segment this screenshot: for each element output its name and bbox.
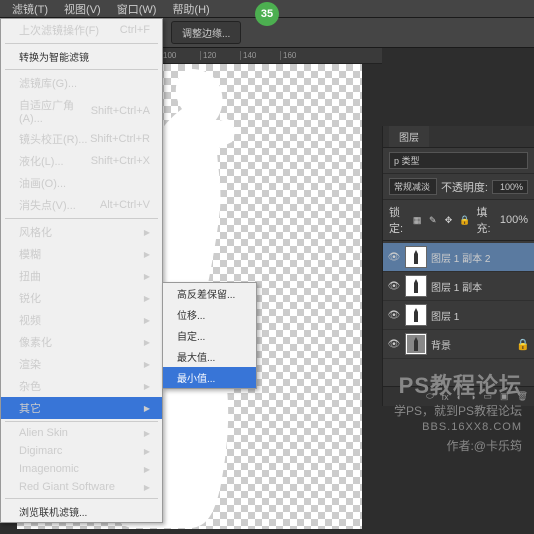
eye-icon[interactable]: 👁 [387,339,401,350]
watermark-title: PS教程论坛 [394,368,522,400]
menu-video[interactable]: 视频▶ [1,309,162,331]
lock-label: 锁定: [389,204,406,236]
lock-paint-icon[interactable]: ✎ [428,213,438,227]
eye-icon[interactable]: 👁 [387,310,401,321]
menu-browse-online[interactable]: 浏览联机滤镜... [1,501,162,522]
layer-row[interactable]: 👁 背景 🔒 [383,330,534,359]
tab-layers[interactable]: 图层 [389,126,429,147]
watermark-subtitle: 学PS，就到PS教程论坛 [394,402,522,419]
menu-adaptive-wide[interactable]: 自适应广角(A)...Shift+Ctrl+A [1,94,162,128]
menu-stylize[interactable]: 风格化▶ [1,221,162,243]
layer-row[interactable]: 👁 图层 1 [383,301,534,330]
menu-imagenomic[interactable]: Imagenomic▶ [1,460,162,478]
menu-red-giant[interactable]: Red Giant Software▶ [1,478,162,496]
layer-name: 图层 1 副本 2 [431,250,530,265]
menu-other[interactable]: 其它▶ [1,397,162,419]
menu-liquify[interactable]: 液化(L)...Shift+Ctrl+X [1,150,162,172]
menu-view[interactable]: 视图(V) [56,0,109,19]
chevron-right-icon: ▶ [144,382,150,391]
layer-name: 图层 1 副本 [431,279,530,294]
eye-icon[interactable]: 👁 [387,252,401,263]
chevron-right-icon: ▶ [144,429,150,438]
submenu-maximum[interactable]: 最大值... [163,346,256,367]
chevron-right-icon: ▶ [144,294,150,303]
notification-badge: 35 [255,2,279,26]
layer-name: 背景 [431,337,512,352]
layers-panel: 图层 p 类型 常规减淡 不透明度: 100% 锁定: ▦ ✎ ✥ 🔒 填充: … [382,126,534,406]
chevron-right-icon: ▶ [144,250,150,259]
blend-mode-select[interactable]: 常规减淡 [389,178,437,195]
eye-icon[interactable]: 👁 [387,281,401,292]
menu-oil-paint[interactable]: 油画(O)... [1,172,162,194]
watermark: PS教程论坛 学PS，就到PS教程论坛 BBS.16XX8.COM 作者:@卡乐… [394,368,522,454]
lock-all-icon[interactable]: 🔒 [459,213,470,227]
chevron-right-icon: ▶ [144,272,150,281]
menu-window[interactable]: 窗口(W) [109,0,165,19]
submenu-minimum[interactable]: 最小值... [163,367,256,388]
menu-last-filter[interactable]: 上次滤镜操作(F)Ctrl+F [1,19,162,41]
opacity-label: 不透明度: [441,179,488,195]
watermark-url: BBS.16XX8.COM [394,421,522,433]
panel-tabs: 图层 [383,126,534,148]
fill-input[interactable]: 100% [500,214,528,226]
lock-icon: 🔒 [516,338,530,351]
layer-list: 👁 图层 1 副本 2 👁 图层 1 副本 👁 图层 1 👁 背景 🔒 [383,241,534,361]
menu-blur[interactable]: 模糊▶ [1,243,162,265]
chevron-right-icon: ▶ [144,316,150,325]
watermark-author: 作者:@卡乐筠 [394,437,522,454]
fill-label: 填充: [477,204,494,236]
opacity-input[interactable]: 100% [492,180,528,194]
other-submenu: 高反差保留... 位移... 自定... 最大值... 最小值... [162,282,257,389]
menu-alien-skin[interactable]: Alien Skin▶ [1,424,162,442]
chevron-right-icon: ▶ [144,465,150,474]
chevron-right-icon: ▶ [144,483,150,492]
menu-distort[interactable]: 扭曲▶ [1,265,162,287]
layer-thumb [405,246,427,268]
refine-edge-button[interactable]: 调整边缘... [171,21,241,44]
menu-digimarc[interactable]: Digimarc▶ [1,442,162,460]
lock-transparency-icon[interactable]: ▦ [412,213,422,227]
menu-vanishing-point[interactable]: 消失点(V)...Alt+Ctrl+V [1,194,162,216]
submenu-custom[interactable]: 自定... [163,325,256,346]
menu-render[interactable]: 渲染▶ [1,353,162,375]
layer-row[interactable]: 👁 图层 1 副本 [383,272,534,301]
menu-filter[interactable]: 滤镜(T) [4,0,56,19]
chevron-right-icon: ▶ [144,447,150,456]
menu-sharpen[interactable]: 锐化▶ [1,287,162,309]
menu-lens-correction[interactable]: 镜头校正(R)...Shift+Ctrl+R [1,128,162,150]
chevron-right-icon: ▶ [144,360,150,369]
chevron-right-icon: ▶ [144,338,150,347]
menu-help[interactable]: 帮助(H) [164,0,217,19]
lock-position-icon[interactable]: ✥ [444,213,454,227]
filter-dropdown: 上次滤镜操作(F)Ctrl+F 转换为智能滤镜 滤镜库(G)... 自适应广角(… [0,18,163,523]
layer-thumb [405,275,427,297]
options-bar: 调整边缘... [163,18,534,48]
layer-thumb [405,333,427,355]
layer-name: 图层 1 [431,308,530,323]
layer-row[interactable]: 👁 图层 1 副本 2 [383,243,534,272]
chevron-right-icon: ▶ [144,228,150,237]
layer-kind-select[interactable]: p 类型 [389,152,528,169]
submenu-high-pass[interactable]: 高反差保留... [163,283,256,304]
submenu-offset[interactable]: 位移... [163,304,256,325]
chevron-right-icon: ▶ [144,404,150,413]
menu-pixelate[interactable]: 像素化▶ [1,331,162,353]
menu-filter-gallery[interactable]: 滤镜库(G)... [1,72,162,94]
menu-noise[interactable]: 杂色▶ [1,375,162,397]
menu-smart-filter[interactable]: 转换为智能滤镜 [1,46,162,67]
layer-thumb [405,304,427,326]
